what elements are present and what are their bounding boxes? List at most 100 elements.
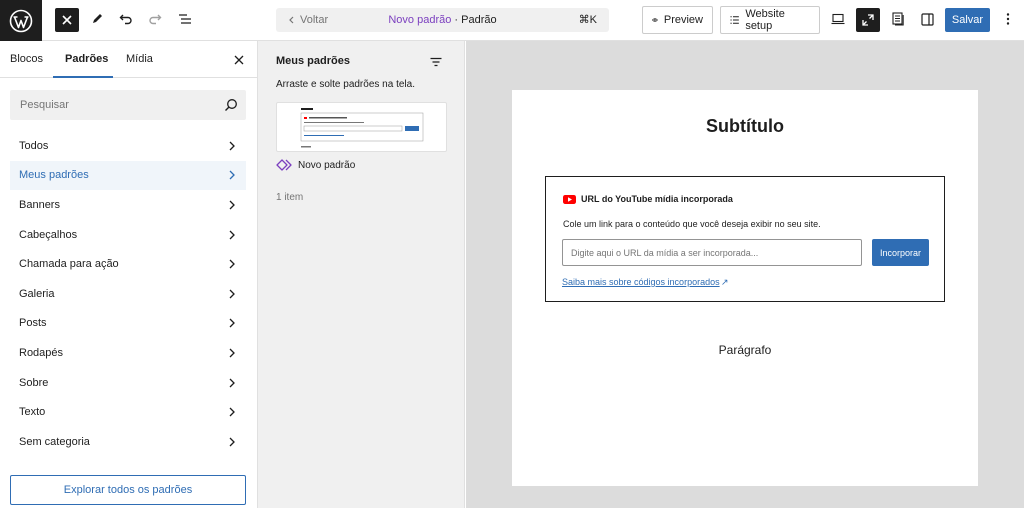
chevron-right-icon bbox=[229, 200, 235, 210]
top-toolbar: Voltar Novo padrão · Padrão ⌘K Preview W… bbox=[0, 0, 1024, 41]
desktop-icon bbox=[831, 13, 845, 25]
chevron-right-icon bbox=[229, 230, 235, 240]
pattern-thumbnail bbox=[297, 106, 424, 148]
chevron-right-icon bbox=[229, 318, 235, 328]
more-vertical-icon bbox=[1006, 13, 1010, 25]
item-count: 1 item bbox=[276, 192, 304, 203]
undo-icon bbox=[119, 14, 132, 25]
category-meus-padroes[interactable]: Meus padrões bbox=[10, 160, 246, 191]
document-icon bbox=[892, 12, 904, 26]
external-link-icon: ↗ bbox=[721, 277, 729, 287]
redo-button[interactable] bbox=[146, 10, 164, 28]
category-banners[interactable]: Banners bbox=[10, 190, 246, 220]
explore-patterns-button[interactable]: Explorar todos os padrões bbox=[10, 475, 246, 505]
category-label: Todos bbox=[19, 139, 49, 152]
category-label: Banners bbox=[19, 198, 60, 211]
chevron-right-icon bbox=[229, 378, 235, 388]
close-panel-button[interactable] bbox=[233, 54, 245, 66]
search-placeholder: Pesquisar bbox=[20, 99, 69, 111]
chevron-right-icon bbox=[229, 289, 235, 299]
search-icon bbox=[225, 99, 237, 111]
settings-sidebar-button[interactable] bbox=[918, 10, 936, 28]
category-label: Texto bbox=[19, 406, 46, 419]
title-separator: · bbox=[454, 14, 459, 26]
list-view-button[interactable] bbox=[176, 10, 194, 28]
category-label: Meus padrões bbox=[19, 169, 89, 182]
template-button[interactable] bbox=[889, 10, 907, 28]
heading-block[interactable]: Subtítulo bbox=[512, 116, 978, 137]
patterns-category-panel: Meus padrões Arraste e solte padrões na … bbox=[258, 41, 465, 508]
paragraph-block[interactable]: Parágrafo bbox=[512, 343, 978, 357]
chevron-right-icon bbox=[229, 348, 235, 358]
category-label: Chamada para ação bbox=[19, 258, 119, 271]
category-texto[interactable]: Texto bbox=[10, 397, 246, 427]
tab-patterns[interactable]: Padrões bbox=[65, 41, 108, 78]
tab-blocks[interactable]: Blocos bbox=[10, 41, 43, 78]
active-tab-indicator bbox=[53, 76, 113, 78]
pattern-category-list: Todos Meus padrões Banners Cabeçalhos Ch… bbox=[10, 131, 246, 457]
block-inserter-panel: Blocos Padrões Mídia Pesquisar Todos Meu… bbox=[0, 41, 258, 508]
keyboard-shortcut: ⌘K bbox=[578, 14, 597, 26]
category-posts[interactable]: Posts bbox=[10, 309, 246, 339]
redo-icon bbox=[149, 14, 162, 25]
category-chamada-para-acao[interactable]: Chamada para ação bbox=[10, 249, 246, 279]
sidebar-icon bbox=[920, 12, 934, 26]
filter-button[interactable] bbox=[430, 55, 442, 70]
category-label: Cabeçalhos bbox=[19, 228, 78, 241]
zoom-out-button[interactable] bbox=[856, 8, 880, 32]
command-center[interactable]: Voltar Novo padrão · Padrão ⌘K bbox=[276, 8, 609, 32]
category-sem-categoria[interactable]: Sem categoria bbox=[10, 427, 246, 457]
close-icon bbox=[234, 55, 244, 65]
editor-canvas: Subtítulo URL do YouTube mídia incorpora… bbox=[466, 41, 1024, 508]
pattern-icon bbox=[276, 159, 292, 171]
embed-url-field[interactable] bbox=[562, 239, 862, 266]
panel-title: Meus padrões bbox=[276, 55, 350, 67]
fullscreen-icon bbox=[862, 14, 874, 26]
editor-page: Subtítulo URL do YouTube mídia incorpora… bbox=[512, 90, 978, 486]
document-type: Padrão bbox=[461, 14, 497, 26]
category-todos[interactable]: Todos bbox=[10, 131, 246, 161]
list-icon bbox=[730, 16, 739, 24]
embed-button[interactable]: Incorporar bbox=[872, 239, 929, 266]
tab-media[interactable]: Mídia bbox=[126, 41, 153, 78]
search-input[interactable]: Pesquisar bbox=[10, 90, 246, 120]
undo-button[interactable] bbox=[117, 10, 135, 28]
preview-button[interactable]: Preview bbox=[642, 6, 713, 34]
tools-button[interactable] bbox=[88, 10, 106, 28]
learn-more-link[interactable]: Saiba mais sobre códigos incorporados bbox=[562, 277, 720, 287]
inserter-tabs: Blocos Padrões Mídia bbox=[0, 41, 258, 78]
category-label: Galeria bbox=[19, 287, 55, 300]
preview-label: Preview bbox=[663, 14, 703, 26]
embed-url-input[interactable] bbox=[563, 240, 861, 265]
document-title[interactable]: Novo padrão · Padrão bbox=[276, 8, 609, 32]
chevron-right-icon bbox=[229, 407, 235, 417]
device-preview-button[interactable] bbox=[829, 10, 847, 28]
close-icon bbox=[62, 15, 72, 25]
embed-description: Cole um link para o conteúdo que você de… bbox=[563, 219, 821, 229]
category-sobre[interactable]: Sobre bbox=[10, 368, 246, 398]
pattern-preview[interactable] bbox=[276, 102, 447, 152]
options-menu-button[interactable] bbox=[999, 10, 1017, 28]
website-setup-label: Website setup bbox=[745, 8, 785, 32]
category-rodapes[interactable]: Rodapés bbox=[10, 338, 246, 368]
wordpress-logo[interactable] bbox=[0, 0, 42, 41]
website-setup-button[interactable]: Website setup bbox=[720, 6, 820, 34]
chevron-right-icon bbox=[229, 170, 235, 180]
youtube-embed-block[interactable]: URL do YouTube mídia incorporada Cole um… bbox=[545, 176, 945, 302]
panel-description: Arraste e solte padrões na tela. bbox=[276, 79, 415, 90]
save-button[interactable]: Salvar bbox=[945, 8, 990, 32]
chevron-right-icon bbox=[229, 141, 235, 151]
embed-title: URL do YouTube mídia incorporada bbox=[581, 194, 733, 204]
category-label: Rodapés bbox=[19, 346, 64, 359]
pattern-item[interactable]: Novo padrão bbox=[276, 159, 355, 171]
category-label: Sobre bbox=[19, 376, 49, 389]
pencil-icon bbox=[93, 14, 102, 23]
category-galeria[interactable]: Galeria bbox=[10, 279, 246, 309]
list-view-icon bbox=[179, 14, 191, 24]
close-inserter-button[interactable] bbox=[55, 8, 79, 32]
chevron-right-icon bbox=[229, 259, 235, 269]
category-cabecalhos[interactable]: Cabeçalhos bbox=[10, 220, 246, 250]
category-label: Posts bbox=[19, 317, 47, 330]
chevron-right-icon bbox=[229, 437, 235, 447]
filter-icon bbox=[430, 57, 442, 67]
